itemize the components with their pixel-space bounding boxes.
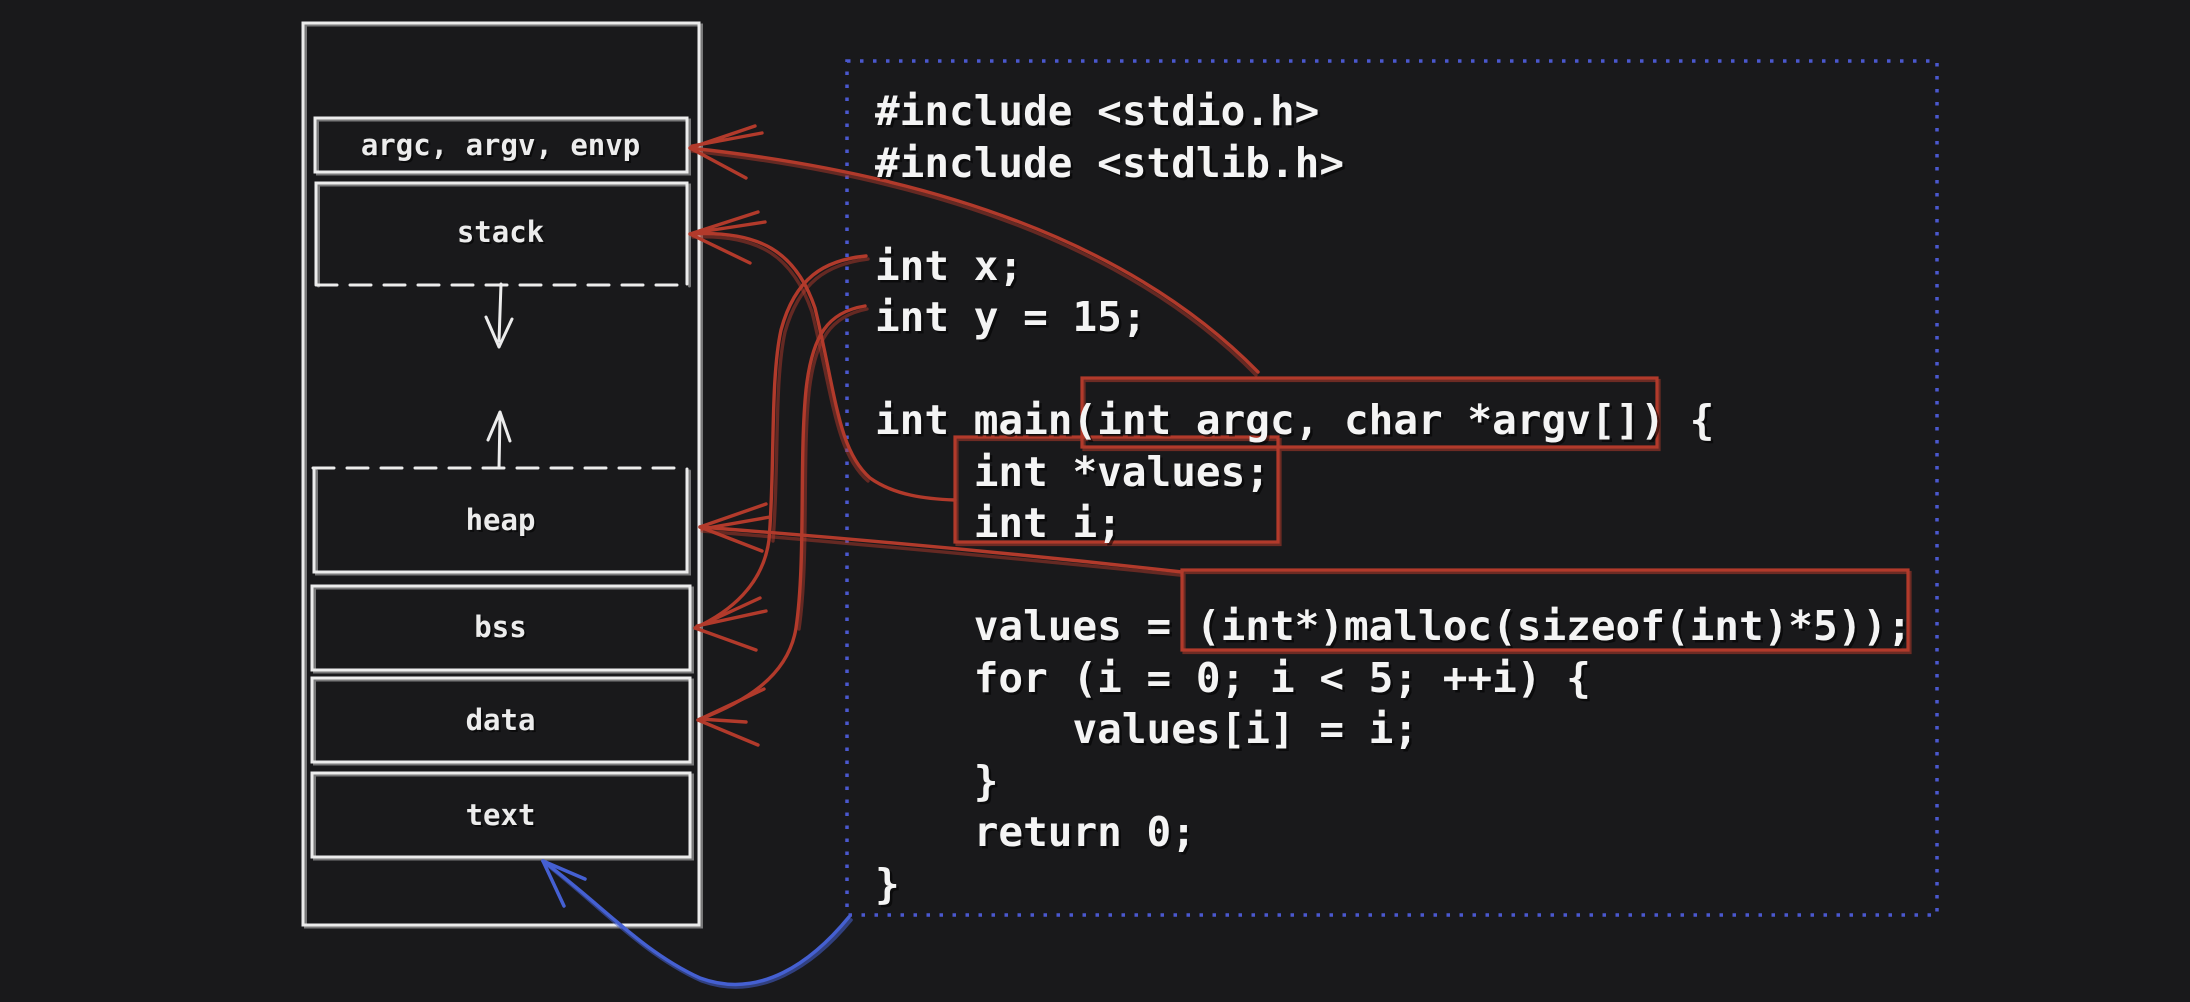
data-segment-label: data	[314, 702, 687, 738]
c-source-code: #include <stdio.h> #include <stdlib.h> i…	[875, 86, 1912, 910]
code-line: int x;	[875, 241, 1912, 293]
stack-segment-label: stack	[314, 214, 687, 250]
code-line: int *values;	[875, 447, 1912, 499]
heap-segment-label: heap	[314, 502, 687, 538]
code-line	[875, 189, 1912, 241]
code-line: values[i] = i;	[875, 704, 1912, 756]
code-line: int main(int argc, char *argv[]) {	[875, 395, 1912, 447]
code-line	[875, 344, 1912, 396]
code-line: }	[875, 756, 1912, 808]
code-line: #include <stdio.h>	[875, 86, 1912, 138]
bss-segment-label: bss	[314, 609, 687, 645]
code-line: int y = 15;	[875, 292, 1912, 344]
code-line: for (i = 0; i < 5; ++i) {	[875, 653, 1912, 705]
code-line	[875, 550, 1912, 602]
code-line: return 0;	[875, 807, 1912, 859]
code-line: }	[875, 859, 1912, 911]
code-line: #include <stdlib.h>	[875, 138, 1912, 190]
code-line: int i;	[875, 498, 1912, 550]
code-line: values = (int*)malloc(sizeof(int)*5));	[875, 601, 1912, 653]
heap-grows-up-arrow	[488, 412, 510, 468]
text-segment-label: text	[314, 797, 687, 833]
stack-grows-down-arrow	[486, 284, 512, 347]
whiteboard-canvas: argc, argv, envp stack heap bss data tex…	[0, 0, 2190, 1002]
args-segment-label: argc, argv, envp	[314, 127, 687, 163]
